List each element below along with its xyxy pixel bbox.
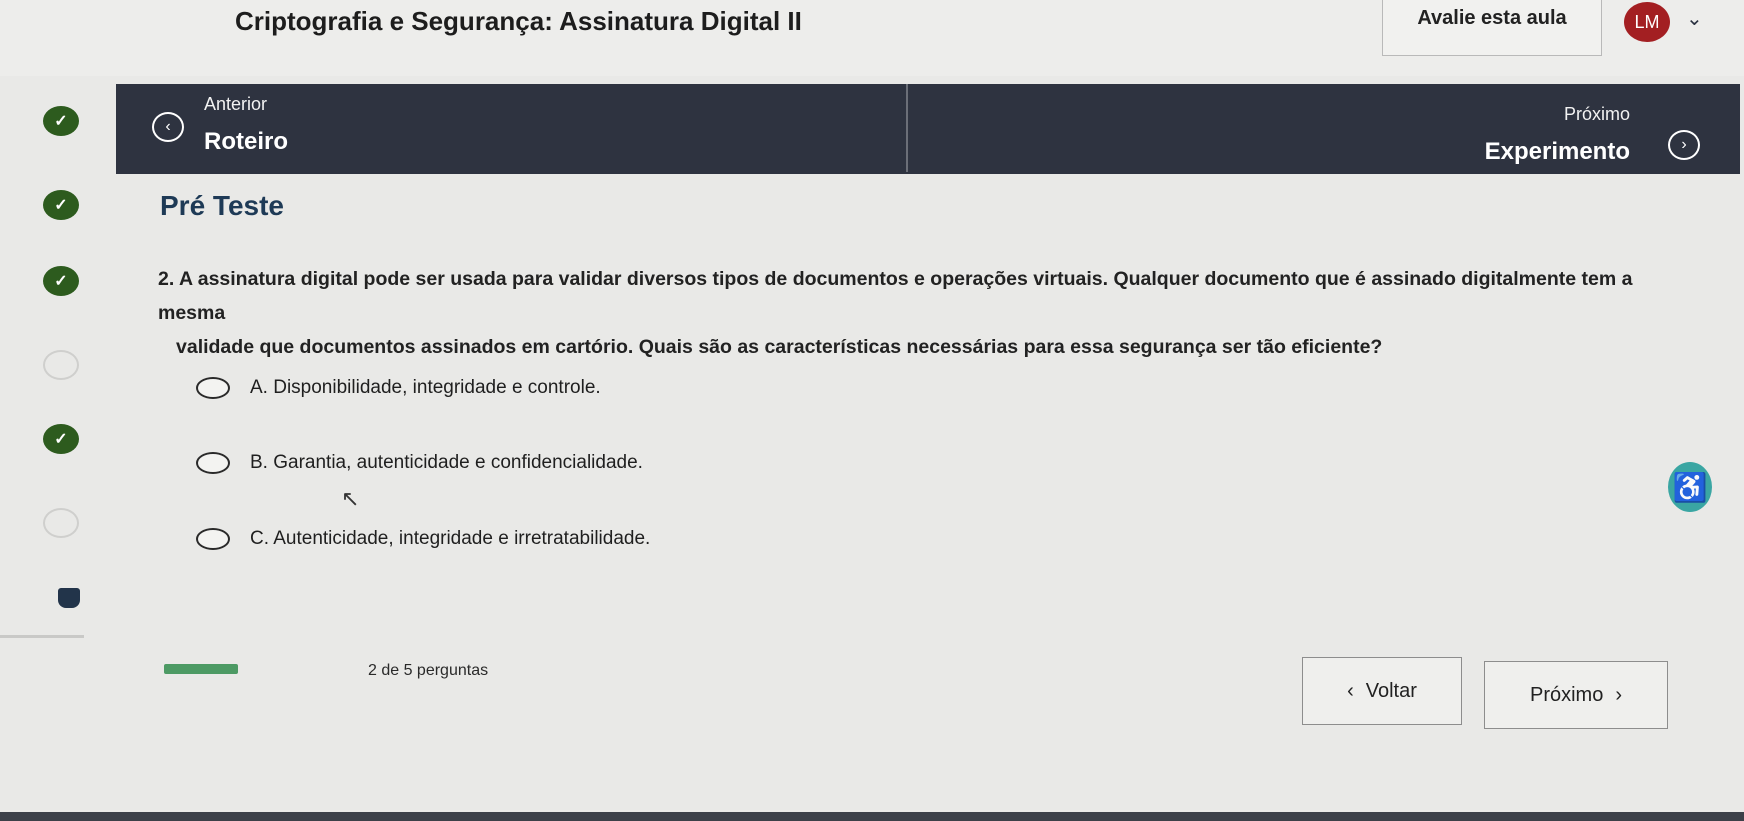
chevron-right-icon: › <box>1668 130 1700 160</box>
option-label: A. Disponibilidade, integridade e contro… <box>250 377 601 398</box>
previous-lesson-link[interactable]: ‹ Anterior Roteiro <box>116 84 908 172</box>
question-line-1: 2. A assinatura digital pode ser usada p… <box>158 268 1633 324</box>
next-lesson-link[interactable]: Próximo Experimento › <box>910 90 1740 174</box>
cursor-icon: ↖ <box>341 486 360 511</box>
back-label: Voltar <box>1365 679 1417 702</box>
step-check-icon[interactable]: ✓ <box>43 266 79 296</box>
progress-text: 2 de 5 perguntas <box>368 662 489 679</box>
section-title: Pré Teste <box>160 190 284 221</box>
chevron-left-icon: ‹ <box>152 112 184 142</box>
previous-label: Anterior <box>204 94 268 114</box>
accessibility-icon[interactable]: ♿ <box>1668 462 1712 512</box>
next-question-button[interactable]: Próximo › <box>1484 661 1668 729</box>
radio-button[interactable] <box>196 528 230 550</box>
avatar[interactable]: LM <box>1624 2 1670 42</box>
radio-button[interactable] <box>196 452 230 474</box>
bottom-strip <box>0 812 1744 821</box>
previous-lesson-title: Roteiro <box>204 128 288 155</box>
trophy-icon[interactable] <box>58 588 80 608</box>
lesson-navigation: ‹ Anterior Roteiro Próximo Experimento › <box>116 84 1740 174</box>
question-line-2: validade que documentos assinados em car… <box>176 336 1383 358</box>
radio-button[interactable] <box>196 377 230 399</box>
next-label: Próximo <box>1563 104 1630 124</box>
option-label: B. Garantia, autenticidade e confidencia… <box>250 452 643 473</box>
step-check-icon[interactable]: ✓ <box>43 106 79 136</box>
next-question-label: Próximo <box>1529 683 1604 706</box>
answer-option-c[interactable]: C. Autenticidade, integridade e irretrat… <box>196 528 650 550</box>
rail-divider <box>0 635 84 638</box>
back-button[interactable]: ‹ Voltar <box>1302 657 1462 725</box>
step-check-icon[interactable]: ✓ <box>43 424 79 454</box>
progress-rail: ✓ ✓ ✓ ✓ <box>0 76 90 821</box>
rate-lesson-button[interactable]: Avalie esta aula <box>1382 0 1602 56</box>
top-header: Criptografia e Segurança: Assinatura Dig… <box>0 0 1744 76</box>
chevron-down-icon[interactable]: ⌄ <box>1686 6 1703 31</box>
step-check-icon[interactable]: ✓ <box>43 190 79 220</box>
chevron-right-icon: › <box>1615 683 1623 706</box>
course-title: Criptografia e Segurança: Assinatura Dig… <box>235 6 802 36</box>
question-text: 2. A assinatura digital pode ser usada p… <box>158 262 1698 364</box>
next-lesson-title: Experimento <box>1484 138 1630 165</box>
option-label: C. Autenticidade, integridade e irretrat… <box>250 528 651 549</box>
answer-option-b[interactable]: B. Garantia, autenticidade e confidencia… <box>196 452 643 474</box>
step-pending-icon[interactable] <box>43 508 79 538</box>
chevron-left-icon: ‹ <box>1347 679 1354 702</box>
step-pending-icon[interactable] <box>43 350 79 380</box>
answer-option-a[interactable]: A. Disponibilidade, integridade e contro… <box>196 377 601 399</box>
progress-bar <box>164 664 238 674</box>
